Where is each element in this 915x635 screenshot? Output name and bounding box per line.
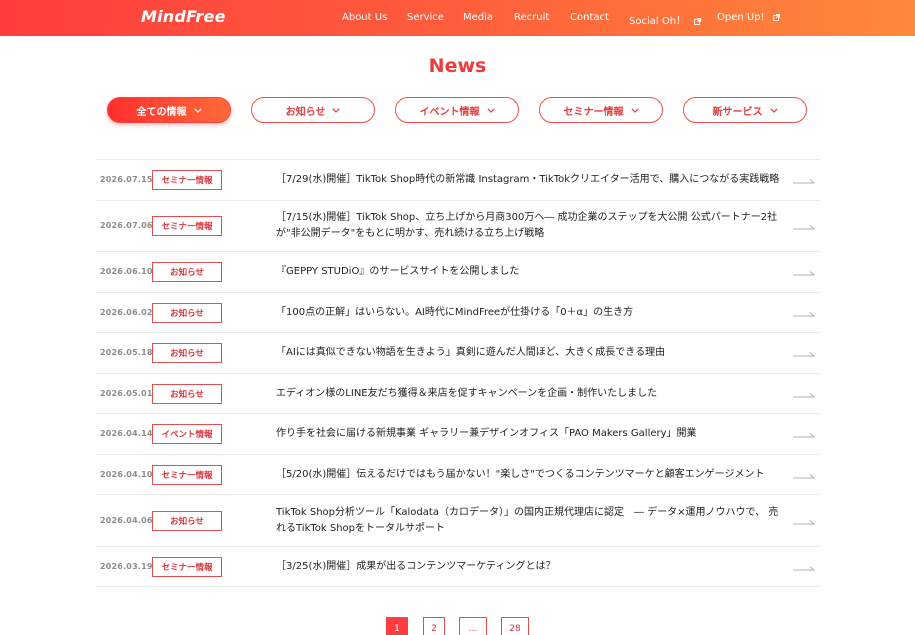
news-date: 2026.07.06 xyxy=(100,221,153,230)
news-row[interactable]: 2026.04.14 イベント情報 作り手を社会に届ける新規事業 ギャラリー兼デ… xyxy=(96,414,820,455)
site-logo[interactable]: MindFree xyxy=(141,7,226,26)
chevron-down-icon xyxy=(332,107,341,113)
news-title[interactable]: エディオン様のLINE友だち獲得＆来店を促すキャンペーンを企画・制作いたしました xyxy=(276,386,788,402)
news-date: 2026.04.06 xyxy=(100,516,153,525)
filter-event[interactable]: イベント情報 xyxy=(395,97,519,123)
news-row[interactable]: 2026.04.10 セミナー情報 ［5/20(水)開催］伝えるだけではもう届か… xyxy=(96,455,820,495)
news-date: 2026.07.15 xyxy=(100,175,153,184)
arrow-right-icon xyxy=(793,393,815,398)
nav-recruit[interactable]: Recruit xyxy=(514,12,549,23)
news-category-tag[interactable]: セミナー情報 xyxy=(152,216,222,236)
news-category-tag[interactable]: お知らせ xyxy=(152,511,222,531)
news-title[interactable]: 「100点の正解」はいらない。AI時代にMindFreeが仕掛ける「0＋α」の生… xyxy=(276,305,788,321)
arrow-right-icon xyxy=(793,271,815,276)
news-row[interactable]: 2026.07.06 セミナー情報 ［7/15(水)開催］TikTok Shop… xyxy=(96,201,820,252)
filter-notice[interactable]: お知らせ xyxy=(251,97,375,123)
page-title: News xyxy=(428,55,487,77)
news-row[interactable]: 2026.07.15 セミナー情報 ［7/29(水)開催］TikTok Shop… xyxy=(96,160,820,201)
news-title[interactable]: ［5/20(水)開催］伝えるだけではもう届かない！"楽しさ"でつくるコンテンツマ… xyxy=(276,467,788,483)
arrow-right-icon xyxy=(793,312,815,317)
news-row[interactable]: 2026.04.06 お知らせ TikTok Shop分析ツール「Kalodat… xyxy=(96,495,820,547)
filter-all[interactable]: 全ての情報 xyxy=(107,97,231,123)
external-link-icon xyxy=(694,18,702,25)
news-row[interactable]: 2026.05.01 お知らせ エディオン様のLINE友だち獲得＆来店を促すキャ… xyxy=(96,374,820,414)
news-category-tag[interactable]: お知らせ xyxy=(152,384,222,404)
chevron-down-icon xyxy=(193,107,202,113)
arrow-right-icon xyxy=(793,225,815,230)
arrow-right-icon xyxy=(793,179,815,184)
news-date: 2026.04.14 xyxy=(100,429,153,438)
news-title[interactable]: ［3/25(水)開催］成果が出るコンテンツマーケティングとは？ xyxy=(276,559,788,575)
news-title[interactable]: ［7/29(水)開催］TikTok Shop時代の新常識 Instagram・T… xyxy=(276,172,788,188)
nav-social-oh[interactable]: Social Oh！ xyxy=(629,12,702,27)
news-category-tag[interactable]: イベント情報 xyxy=(152,424,222,444)
nav-service[interactable]: Service xyxy=(407,12,444,23)
news-title[interactable]: ［7/15(水)開催］TikTok Shop、立ち上げから月商300万へ― 成功… xyxy=(276,210,788,242)
news-category-tag[interactable]: セミナー情報 xyxy=(152,557,222,577)
news-date: 2026.04.10 xyxy=(100,470,153,479)
arrow-right-icon xyxy=(793,433,815,438)
nav-open-up[interactable]: Open Up! xyxy=(717,12,780,23)
news-date: 2026.06.10 xyxy=(100,267,153,276)
news-category-tag[interactable]: セミナー情報 xyxy=(152,465,222,485)
pagination: 1 2 … 28 xyxy=(0,617,915,635)
external-link-icon xyxy=(772,14,780,21)
arrow-right-icon xyxy=(793,352,815,357)
page-button[interactable]: 2 xyxy=(423,617,445,635)
nav-contact[interactable]: Contact xyxy=(570,12,609,23)
news-title[interactable]: 「AIには真似できない物語を生きよう」真剣に遊んだ人間ほど、大きく成長できる理由 xyxy=(276,345,788,361)
chevron-down-icon xyxy=(486,107,495,113)
news-row[interactable]: 2026.06.02 お知らせ 「100点の正解」はいらない。AI時代にMind… xyxy=(96,293,820,333)
news-date: 2026.06.02 xyxy=(100,308,153,317)
news-row[interactable]: 2026.03.19 セミナー情報 ［3/25(水)開催］成果が出るコンテンツマ… xyxy=(96,547,820,587)
filter-seminar[interactable]: セミナー情報 xyxy=(539,97,663,123)
page-ellipsis: … xyxy=(459,617,487,635)
page-button-last[interactable]: 28 xyxy=(501,617,529,635)
chevron-down-icon xyxy=(769,107,778,113)
news-date: 2026.03.19 xyxy=(100,562,153,571)
news-date: 2026.05.01 xyxy=(100,389,153,398)
news-category-tag[interactable]: お知らせ xyxy=(152,262,222,282)
nav-media[interactable]: Media xyxy=(463,12,493,23)
news-row[interactable]: 2026.06.10 お知らせ 『GEPPY STUDiO』のサービスサイトを公… xyxy=(96,252,820,293)
news-category-tag[interactable]: セミナー情報 xyxy=(152,170,222,190)
chevron-down-icon xyxy=(630,107,639,113)
news-title[interactable]: TikTok Shop分析ツール「Kalodata（カロデータ）」の国内正規代理… xyxy=(276,505,788,537)
news-category-tag[interactable]: お知らせ xyxy=(152,303,222,323)
news-date: 2026.05.18 xyxy=(100,348,153,357)
news-title[interactable]: 作り手を社会に届ける新規事業 ギャラリー兼デザインオフィス「PAO Makers… xyxy=(276,426,788,442)
news-row[interactable]: 2026.05.18 お知らせ 「AIには真似できない物語を生きよう」真剣に遊ん… xyxy=(96,333,820,374)
news-list: 2026.07.15 セミナー情報 ［7/29(水)開催］TikTok Shop… xyxy=(96,159,820,587)
site-header: MindFree About Us Service Media Recruit … xyxy=(0,0,915,36)
news-category-tag[interactable]: お知らせ xyxy=(152,343,222,363)
filter-new-service[interactable]: 新サービス xyxy=(683,97,807,123)
arrow-right-icon xyxy=(793,474,815,479)
news-title[interactable]: 『GEPPY STUDiO』のサービスサイトを公開しました xyxy=(276,264,788,280)
arrow-right-icon xyxy=(793,566,815,571)
page-button-current[interactable]: 1 xyxy=(386,617,408,635)
nav-about-us[interactable]: About Us xyxy=(342,12,387,23)
arrow-right-icon xyxy=(793,520,815,525)
